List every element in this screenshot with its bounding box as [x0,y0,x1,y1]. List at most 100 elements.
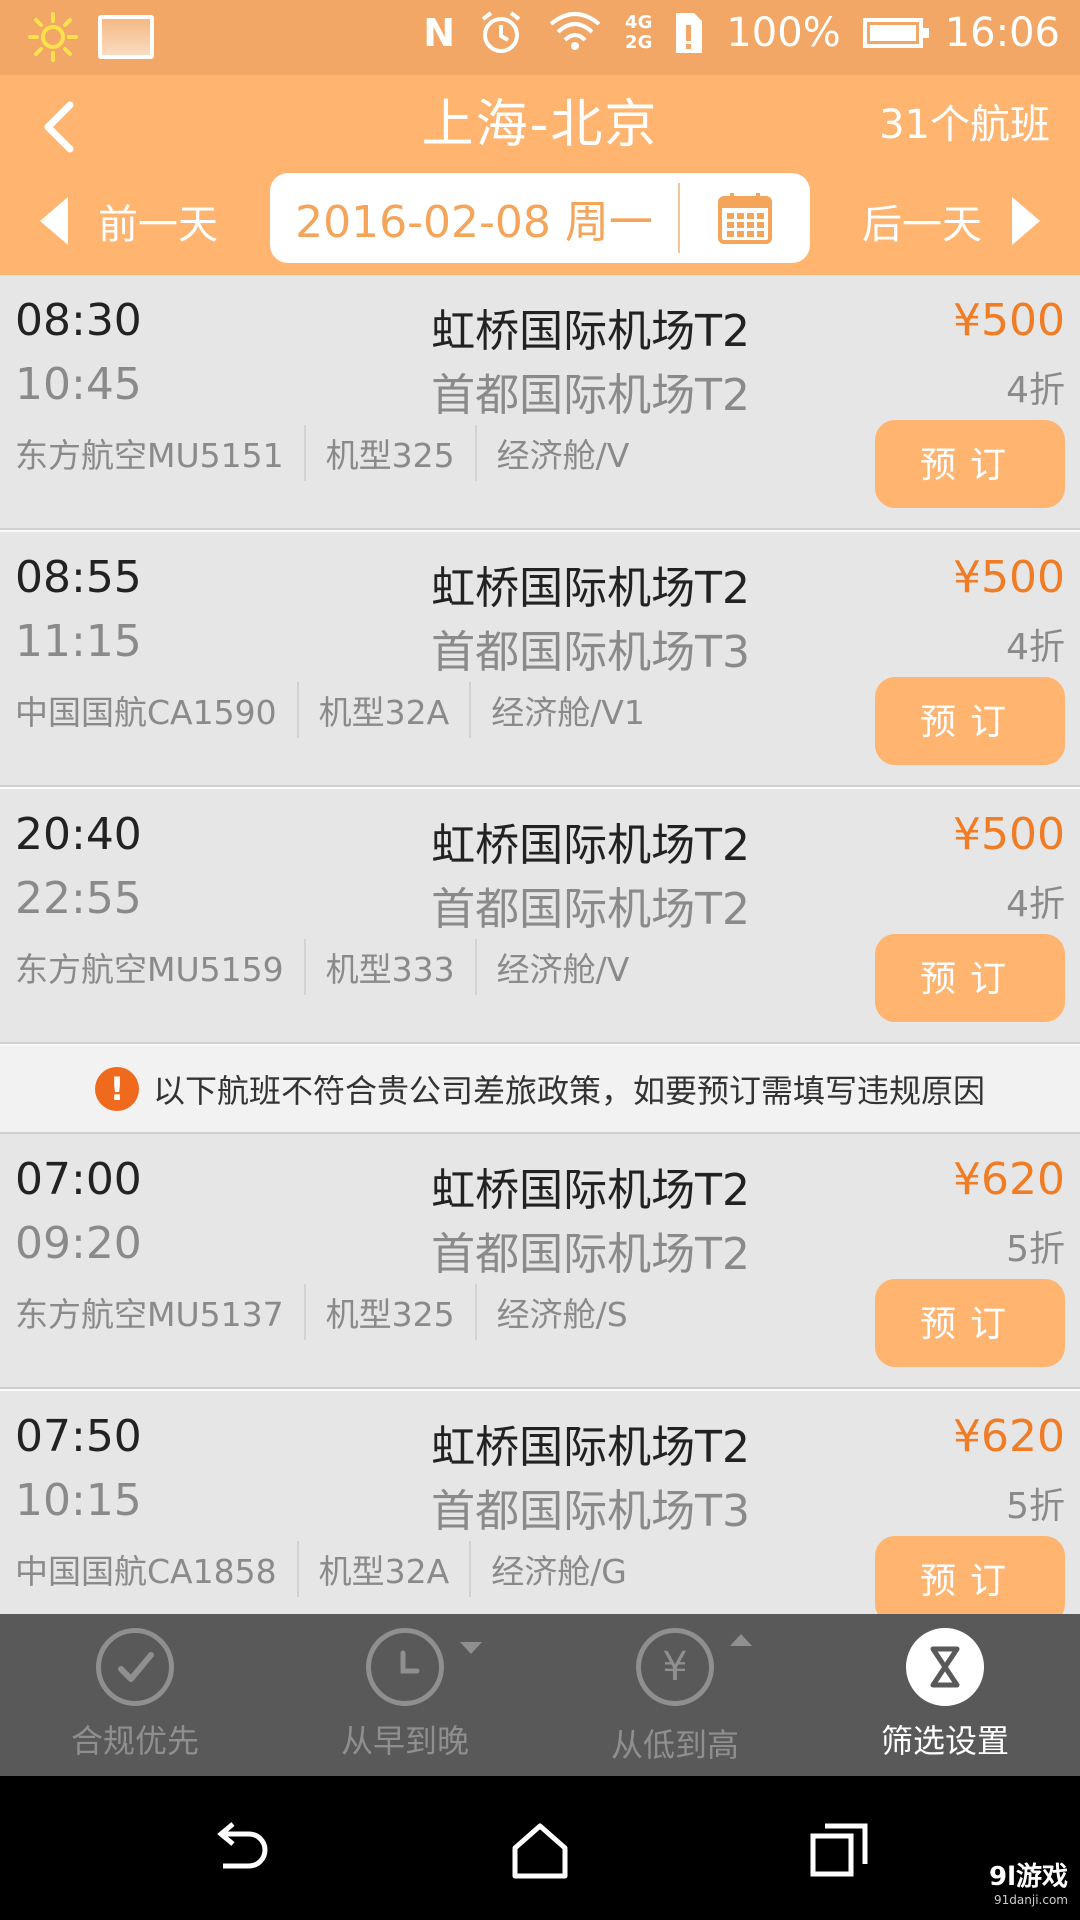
wifi-icon [549,12,601,50]
yen-circle-icon: ¥ [636,1628,714,1706]
arrival-time: 10:45 [15,359,142,410]
discount: 4折 [1006,627,1065,668]
arrival-airport: 首都国际机场T2 [431,370,750,421]
next-day-label: 后一天 [862,202,982,248]
calendar-icon [718,193,772,244]
departure-time: 20:40 [15,809,142,860]
triangle-right-icon [1012,197,1040,245]
watermark-logo: 9l游戏 91danji.com [988,1862,1068,1907]
battery-percent: 100% [726,10,841,56]
sort-compliance-first[interactable]: 合规优先 [0,1614,270,1776]
flight-meta: 东方航空MU5137 机型325 经济舱/S [15,1284,628,1340]
toolbar-label: 从早到晚 [340,1722,469,1760]
discount: 4折 [1006,884,1065,925]
arrival-time: 11:15 [15,616,142,667]
check-circle-icon [96,1628,174,1706]
aircraft-type: 机型333 [325,950,455,989]
price: ¥500 [953,809,1065,860]
departure-time: 07:00 [15,1154,142,1205]
book-button[interactable]: 预订 [875,677,1065,765]
sun-icon [28,12,78,62]
airline-flight-no: 东方航空MU5137 [15,1295,284,1334]
cabin-class: 经济舱/V [496,950,630,989]
system-nav-bar: 9l游戏 91danji.com [0,1776,1080,1920]
sim-icon [676,13,703,53]
discount: 5折 [1006,1486,1065,1527]
sort-filter-toolbar: 合规优先 从早到晚 ¥ 从低到高 筛选设置 [0,1614,1080,1776]
arrival-airport: 首都国际机场T2 [431,1229,750,1280]
divider [474,1284,477,1340]
toolbar-label: 筛选设置 [880,1722,1009,1760]
calendar-button[interactable] [680,173,810,263]
sort-by-price[interactable]: ¥ 从低到高 [540,1614,810,1776]
price: ¥620 [953,1154,1065,1205]
divider [469,1541,472,1597]
header: 上海-北京 31个航班 前一天 2016-02-08 周一 后一天 [0,75,1080,275]
arrival-airport: 首都国际机场T3 [431,1486,750,1537]
price: ¥500 [953,552,1065,603]
image-icon [98,15,154,59]
sort-by-time[interactable]: 从早到晚 [270,1614,540,1776]
arrival-airport: 首都国际机场T2 [431,884,750,935]
next-day-button[interactable]: 后一天 [862,185,1040,257]
price: ¥500 [953,295,1065,346]
status-bar: N 4G 2G 100% 16:06 [0,0,1080,75]
alarm-icon [481,11,521,53]
home-icon[interactable] [505,1816,575,1886]
caret-up-icon [730,1634,752,1646]
flight-count: 31个航班 [879,102,1050,148]
book-button[interactable]: 预订 [875,1279,1065,1367]
book-button[interactable]: 预订 [875,1536,1065,1624]
departure-airport: 虹桥国际机场T2 [431,306,750,357]
divider [303,425,306,481]
filter-settings[interactable]: 筛选设置 [810,1614,1080,1776]
caret-down-icon [460,1642,482,1654]
battery-icon [862,18,929,48]
flight-list[interactable]: 08:30 10:45 虹桥国际机场T2 首都国际机场T2 ¥500 4折 东方… [0,275,1080,1646]
toolbar-label: 从低到高 [610,1726,739,1764]
warning-icon: ! [94,1067,139,1111]
policy-notice-text: 以下航班不符合贵公司差旅政策，如要预订需填写违规原因 [152,1072,985,1110]
arrival-airport: 首都国际机场T3 [431,627,750,678]
price: ¥620 [953,1411,1065,1462]
airline-flight-no: 中国国航CA1590 [15,693,277,732]
flight-card[interactable]: 07:00 09:20 虹桥国际机场T2 首都国际机场T2 ¥620 5折 东方… [0,1134,1080,1389]
date-text: 2016-02-08 周一 [295,197,653,248]
departure-airport: 虹桥国际机场T2 [431,1165,750,1216]
flight-meta: 东方航空MU5151 机型325 经济舱/V [15,425,629,481]
cabin-class: 经济舱/V1 [491,693,645,732]
prev-day-button[interactable]: 前一天 [40,185,218,257]
departure-airport: 虹桥国际机场T2 [431,820,750,871]
airline-flight-no: 东方航空MU5151 [15,436,284,475]
book-button[interactable]: 预订 [875,420,1065,508]
recent-apps-icon[interactable] [805,1816,875,1886]
aircraft-type: 机型325 [325,1295,455,1334]
flight-card[interactable]: 07:50 10:15 虹桥国际机场T2 首都国际机场T3 ¥620 5折 中国… [0,1389,1080,1646]
flight-card[interactable]: 08:55 11:15 虹桥国际机场T2 首都国际机场T3 ¥500 4折 中国… [0,530,1080,787]
policy-notice: ! 以下航班不符合贵公司差旅政策，如要预订需填写违规原因 [0,1044,1080,1134]
divider [474,425,477,481]
departure-airport: 虹桥国际机场T2 [431,563,750,614]
flight-card[interactable]: 08:30 10:45 虹桥国际机场T2 首都国际机场T2 ¥500 4折 东方… [0,275,1080,530]
divider [469,682,472,738]
divider [296,1541,299,1597]
arrival-time: 09:20 [15,1218,142,1269]
departure-time: 07:50 [15,1411,142,1462]
clock-icon [366,1628,444,1706]
departure-time: 08:30 [15,295,142,346]
flight-meta: 中国国航CA1590 机型32A 经济舱/V1 [15,682,645,738]
hourglass-icon [906,1628,984,1706]
aircraft-type: 机型32A [318,693,450,732]
book-button[interactable]: 预订 [875,934,1065,1022]
flight-card[interactable]: 20:40 22:55 虹桥国际机场T2 首都国际机场T2 ¥500 4折 东方… [0,787,1080,1044]
departure-time: 08:55 [15,552,142,603]
departure-airport: 虹桥国际机场T2 [431,1422,750,1473]
clock-time: 16:06 [944,10,1060,56]
cabin-class: 经济舱/S [496,1295,628,1334]
back-nav-icon[interactable] [205,1816,275,1886]
flight-meta: 东方航空MU5159 机型333 经济舱/V [15,939,629,995]
airline-flight-no: 中国国航CA1858 [15,1552,277,1591]
date-picker[interactable]: 2016-02-08 周一 [270,173,810,263]
aircraft-type: 机型32A [318,1552,450,1591]
aircraft-type: 机型325 [325,436,455,475]
